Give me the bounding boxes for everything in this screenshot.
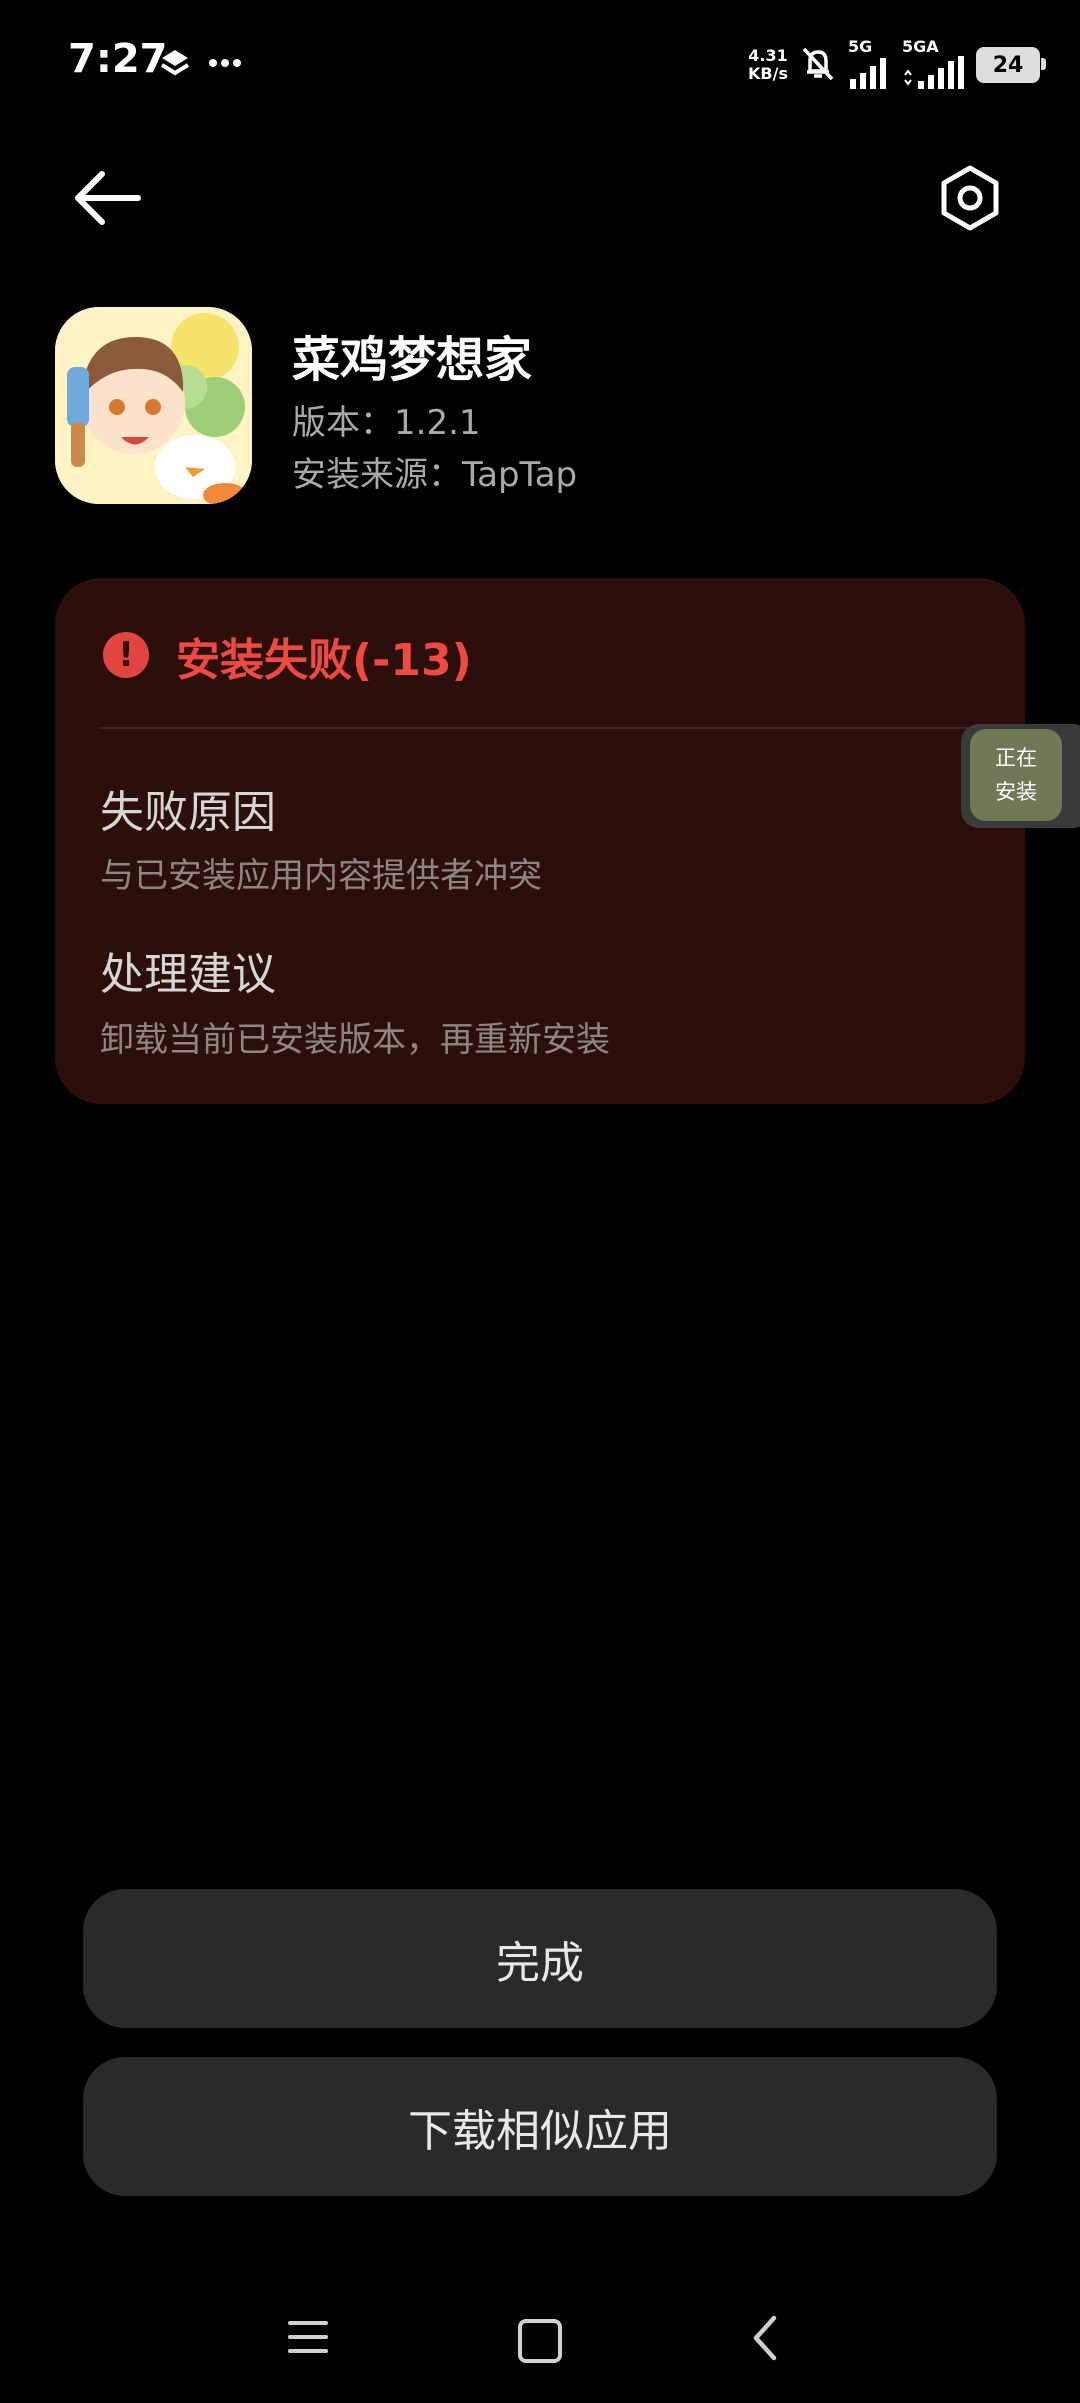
signal-bars-icon xyxy=(904,56,964,89)
app-name: 菜鸡梦想家 xyxy=(292,332,533,388)
nav-home-button[interactable] xyxy=(518,2319,562,2363)
signal-sim1: 5G xyxy=(848,39,892,91)
app-install-source: 安装来源：TapTap xyxy=(292,455,578,495)
installing-floating-label[interactable]: 正在 安装 xyxy=(970,729,1062,821)
mute-bell-icon xyxy=(798,43,838,87)
signal-sim2: 5GA xyxy=(902,39,966,91)
error-alert-icon: ! xyxy=(103,632,149,678)
app-icon xyxy=(55,307,252,504)
signal-bars-icon xyxy=(850,58,886,89)
download-similar-apps-button[interactable]: 下载相似应用 xyxy=(83,2057,997,2196)
gear-icon xyxy=(941,165,999,231)
more-dots-icon xyxy=(208,48,242,82)
menu-lines-icon xyxy=(288,2321,328,2353)
done-button[interactable]: 完成 xyxy=(83,1889,997,2028)
failure-reason-heading: 失败原因 xyxy=(100,787,276,838)
failure-reason-text: 与已安装应用内容提供者冲突 xyxy=(100,856,542,896)
app-version: 版本：1.2.1 xyxy=(292,403,481,443)
network-speed: 4.31 KB/s xyxy=(748,46,788,83)
nav-recents-button[interactable] xyxy=(288,2317,328,2361)
suggestion-text: 卸载当前已安装版本，再重新安装 xyxy=(100,1020,610,1060)
status-icons: 4.31 KB/s 5G 5GA 24 xyxy=(748,30,1046,100)
divider xyxy=(98,727,976,729)
settings-button[interactable] xyxy=(934,162,1006,234)
chevron-left-icon xyxy=(753,2315,777,2361)
arrow-left-icon xyxy=(75,171,141,225)
error-title: 安装失败(-13) xyxy=(176,635,472,686)
nav-back-button[interactable] xyxy=(748,2314,784,2366)
battery-indicator: 24 xyxy=(976,47,1046,83)
back-button[interactable] xyxy=(72,166,152,230)
suggestion-heading: 处理建议 xyxy=(100,949,276,1000)
layers-icon xyxy=(158,46,192,84)
status-time: 7:27 xyxy=(68,36,168,82)
